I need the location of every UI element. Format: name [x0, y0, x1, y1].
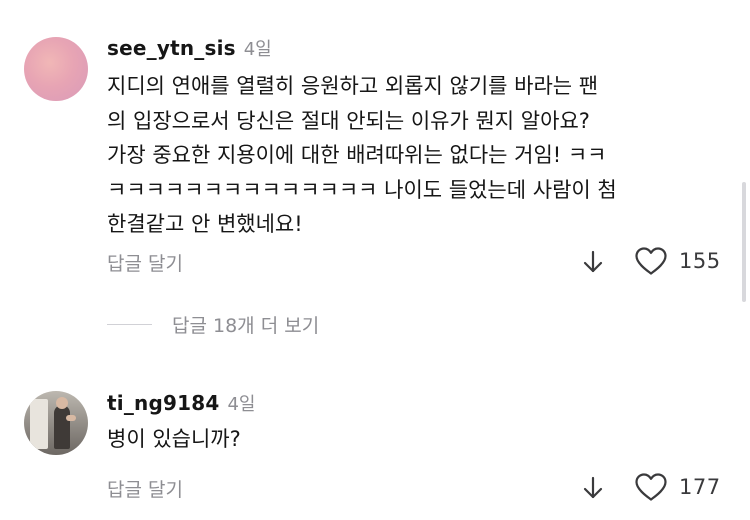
comment-time: 4일	[243, 39, 272, 60]
avatar-photo-door	[30, 399, 48, 449]
view-replies-label: 답글 18개 더 보기	[172, 315, 320, 337]
user-avatar[interactable]	[24, 37, 88, 101]
comment-text: 병이 있습니까?	[107, 427, 241, 451]
comment-time: 4일	[227, 394, 256, 415]
reply-button[interactable]: 답글 달기	[107, 475, 183, 502]
heart-outline-icon[interactable]	[634, 246, 668, 276]
reply-button[interactable]: 답글 달기	[107, 249, 183, 276]
user-avatar[interactable]	[24, 391, 88, 455]
username[interactable]: see_ytn_sis	[107, 36, 236, 60]
avatar-photo-figure	[54, 405, 70, 449]
avatar-photo-head	[56, 397, 68, 409]
comment-header: ti_ng9184 4일	[107, 390, 255, 416]
comment-text: 지디의 연애를 열렬히 응원하고 외롭지 않기를 바라는 팬 의 입장으로서 당…	[107, 74, 617, 236]
divider-line	[107, 324, 152, 325]
like-count: 177	[679, 475, 721, 499]
view-replies-button[interactable]: 답글 18개 더 보기	[107, 311, 319, 338]
arrow-down-icon[interactable]	[582, 250, 604, 274]
comment-header: see_ytn_sis 4일	[107, 35, 272, 61]
like-count: 155	[679, 249, 721, 273]
heart-outline-icon[interactable]	[634, 472, 668, 502]
avatar-photo-arm	[66, 415, 76, 421]
username[interactable]: ti_ng9184	[107, 391, 219, 415]
scrollbar[interactable]	[742, 182, 746, 302]
arrow-down-icon[interactable]	[582, 476, 604, 500]
